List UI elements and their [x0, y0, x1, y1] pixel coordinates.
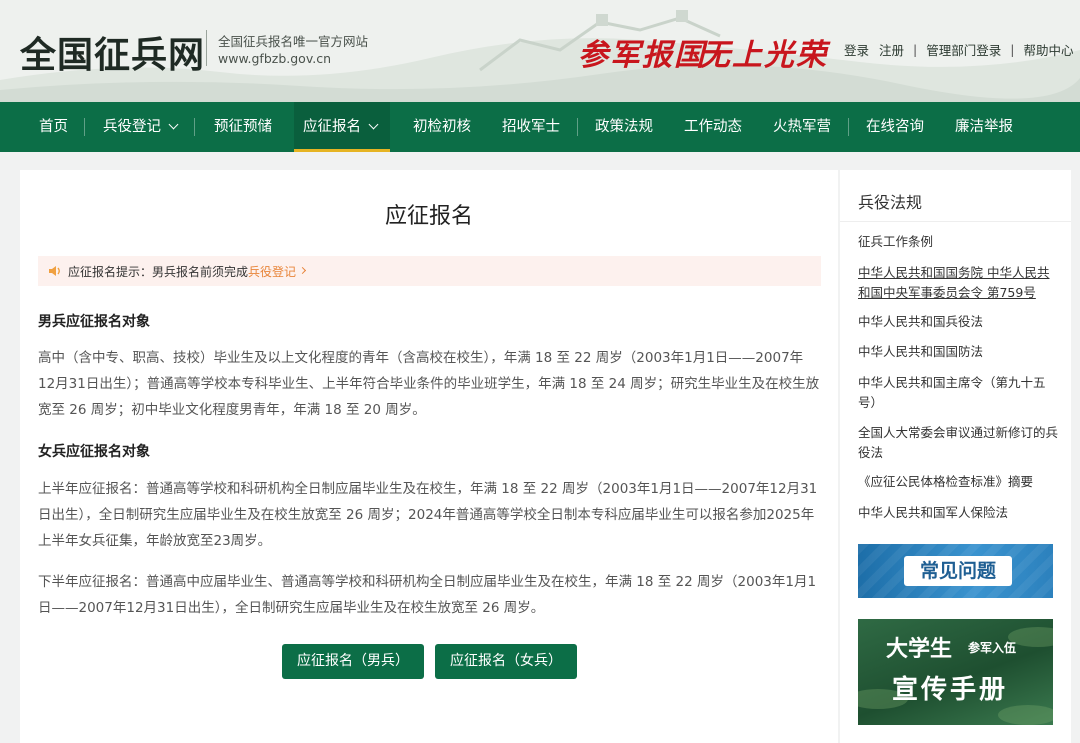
- admin-login-link[interactable]: 管理部门登录: [926, 40, 1001, 59]
- notice-bar: 应征报名提示：男兵报名前须完成 兵役登记: [38, 256, 821, 286]
- sidebar-divider: [840, 221, 1071, 222]
- speaker-icon: [49, 266, 60, 276]
- female-section-title: 女兵应征报名对象: [38, 444, 150, 460]
- female-first-half-text: 上半年应征报名：普通高等学校和科研机构全日制应届毕业生及在校生，年满 18 至 …: [38, 481, 818, 549]
- handbook-banner-line3: 宣传手册: [892, 675, 1009, 705]
- apply-male-button[interactable]: 应征报名（男兵）: [282, 644, 424, 679]
- sidebar-link-national-defense-law[interactable]: 中华人民共和国国防法: [858, 342, 1058, 362]
- sidebar-link-decree-759[interactable]: 中华人民共和国国务院 中华人民共和国中央军事委员会令 第759号: [858, 263, 1058, 303]
- faq-banner[interactable]: 常见问题: [858, 544, 1053, 598]
- college-enlistment-handbook-banner[interactable]: 大学生 参军入伍 宣传手册: [858, 619, 1053, 725]
- login-link[interactable]: 登录: [844, 40, 869, 59]
- site-domain: www.gfbzb.gov.cn: [218, 51, 332, 66]
- site-subtitle: 全国征兵报名唯一官方网站: [218, 34, 369, 49]
- page-title: 应征报名: [384, 204, 473, 229]
- chevron-right-icon: [298, 266, 307, 274]
- site-logo-title[interactable]: 全国征兵网: [20, 26, 205, 78]
- nav-item-enlistment-application[interactable]: 应征报名: [294, 102, 390, 152]
- sidebar-link-presidential-decree-95[interactable]: 中华人民共和国主席令（第九十五号）: [858, 373, 1058, 413]
- nav-item-military-registration[interactable]: 兵役登记: [103, 102, 179, 152]
- site-header: 全国征兵网 全国征兵报名唯一官方网站 www.gfbzb.gov.cn 参军报国…: [0, 0, 1080, 102]
- male-eligibility-text: 高中（含中专、职高、技校）毕业生及以上文化程度的青年（含高校在校生），年满 18…: [38, 350, 820, 418]
- main-content-panel: 应征报名 应征报名提示：男兵报名前须完成 兵役登记 男兵应征报名对象 高中（含中专…: [20, 170, 838, 743]
- nav-item-sergeant-recruitment[interactable]: 招收军士: [502, 102, 560, 152]
- nav-item-pre-recruitment[interactable]: 预征预储: [214, 102, 272, 152]
- sidebar-link-military-service-law[interactable]: 中华人民共和国兵役法: [858, 312, 1058, 332]
- sidebar-title: 兵役法规: [858, 193, 923, 212]
- sidebar-link-military-insurance-law[interactable]: 中华人民共和国军人保险法: [858, 503, 1058, 523]
- main-navigation: 首页 兵役登记 预征预储 应征报名 初检初核 招收军士 政策法规 工作动态 火热…: [0, 102, 1080, 152]
- sidebar-link-revised-military-service-law[interactable]: 全国人大常委会审议通过新修订的兵役法: [858, 423, 1058, 463]
- slogan-calligraphy-2: 无上光荣: [700, 38, 828, 73]
- notice-text: 应征报名提示：男兵报名前须完成: [68, 264, 249, 279]
- handbook-banner-line2: 参军入伍: [968, 641, 1017, 655]
- male-section-title: 男兵应征报名对象: [38, 314, 150, 330]
- link-separator: |: [913, 42, 918, 57]
- help-center-link[interactable]: 帮助中心: [1023, 40, 1073, 59]
- nav-item-online-consult[interactable]: 在线咨询: [866, 102, 924, 152]
- logo-divider: [206, 30, 207, 66]
- handbook-banner-line1: 大学生: [886, 636, 953, 662]
- nav-item-initial-check[interactable]: 初检初核: [413, 102, 471, 152]
- nav-item-work-news[interactable]: 工作动态: [684, 102, 742, 152]
- register-link[interactable]: 注册: [879, 40, 904, 59]
- sidebar-link-physical-exam-standard[interactable]: 《应征公民体格检查标准》摘要: [858, 472, 1058, 492]
- nav-item-military-camp[interactable]: 火热军营: [773, 102, 831, 152]
- military-registration-link[interactable]: 兵役登记: [248, 263, 296, 280]
- chevron-down-icon: [368, 119, 379, 130]
- apply-female-button[interactable]: 应征报名（女兵）: [435, 644, 577, 679]
- chevron-down-icon: [168, 119, 179, 130]
- slogan-calligraphy-1: 参军报国: [578, 38, 706, 73]
- link-separator: |: [1010, 42, 1015, 57]
- nav-item-integrity-report[interactable]: 廉洁举报: [955, 102, 1013, 152]
- sidebar-link-conscription-regulations[interactable]: 征兵工作条例: [858, 232, 1058, 252]
- sidebar-regulations: 兵役法规 征兵工作条例 中华人民共和国国务院 中华人民共和国中央军事委员会令 第…: [840, 170, 1071, 743]
- faq-banner-label: 常见问题: [904, 556, 1012, 586]
- header-user-links: 登录 注册 | 管理部门登录 | 帮助中心: [844, 40, 1074, 59]
- female-second-half-text: 下半年应征报名：普通高中应届毕业生、普通高等学校和科研机构全日制应届毕业生及在校…: [38, 574, 817, 616]
- nav-item-policies[interactable]: 政策法规: [595, 102, 653, 152]
- nav-item-home[interactable]: 首页: [39, 102, 68, 152]
